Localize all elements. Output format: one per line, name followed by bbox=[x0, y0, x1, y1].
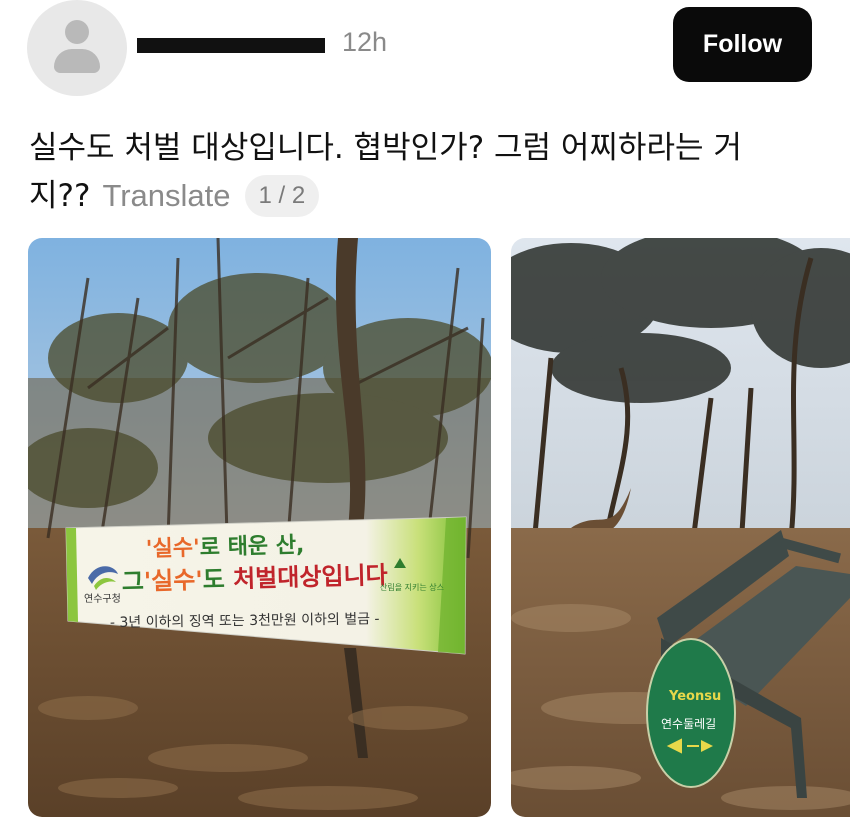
banner-line2-rest: 처벌대상입니다 bbox=[224, 561, 388, 593]
banner-line1-rest: 로 태운 산, bbox=[199, 533, 304, 561]
avatar-body-icon bbox=[54, 49, 100, 73]
photo-forest-banner[interactable]: 연수구청 '실수'로 태운 산, 그'실수'도 처벌대상입니다 - 3년 이하의… bbox=[28, 238, 491, 817]
forest-banner-illustration: 연수구청 '실수'로 태운 산, 그'실수'도 처벌대상입니다 - 3년 이하의… bbox=[28, 238, 491, 817]
follow-button[interactable]: Follow bbox=[673, 7, 812, 82]
left-logo-text: 연수구청 bbox=[84, 593, 121, 605]
post-text: 실수도 처벌 대상입니다. 협박인가? 그럼 어찌하라는 거 지?? Trans… bbox=[29, 124, 819, 220]
banner-line2-b: 도 bbox=[202, 565, 225, 594]
post-time: 12h bbox=[342, 27, 388, 57]
trail-sign: Yeonsu 연수둘레길 bbox=[646, 638, 736, 788]
sign-label: 연수둘레길 bbox=[661, 717, 716, 731]
post-text-line2-row: 지?? Translate 1 / 2 bbox=[29, 172, 819, 220]
post-text-line1: 실수도 처벌 대상입니다. 협박인가? 그럼 어찌하라는 거 bbox=[29, 130, 742, 166]
sign-brand: Yeonsu bbox=[668, 689, 721, 704]
banner-line2-a: 그 bbox=[121, 567, 144, 596]
avatar[interactable] bbox=[27, 0, 127, 96]
username-redacted[interactable] bbox=[137, 38, 325, 53]
post-text-line2: 지?? bbox=[29, 178, 91, 214]
bench-trail-illustration: Yeonsu 연수둘레길 bbox=[511, 238, 850, 817]
banner-line1-quote: '실수' bbox=[146, 536, 201, 562]
photo-bench-trail[interactable]: Yeonsu 연수둘레길 bbox=[511, 238, 850, 817]
translate-link[interactable]: Translate bbox=[102, 172, 230, 220]
banner-line2-quote: '실수' bbox=[144, 566, 204, 596]
right-logo-text: 산림을 지키는 상스 bbox=[380, 582, 444, 592]
page-indicator: 1 / 2 bbox=[244, 175, 320, 217]
banner-line1: '실수'로 태운 산, bbox=[146, 533, 305, 562]
avatar-head-icon bbox=[65, 20, 89, 44]
